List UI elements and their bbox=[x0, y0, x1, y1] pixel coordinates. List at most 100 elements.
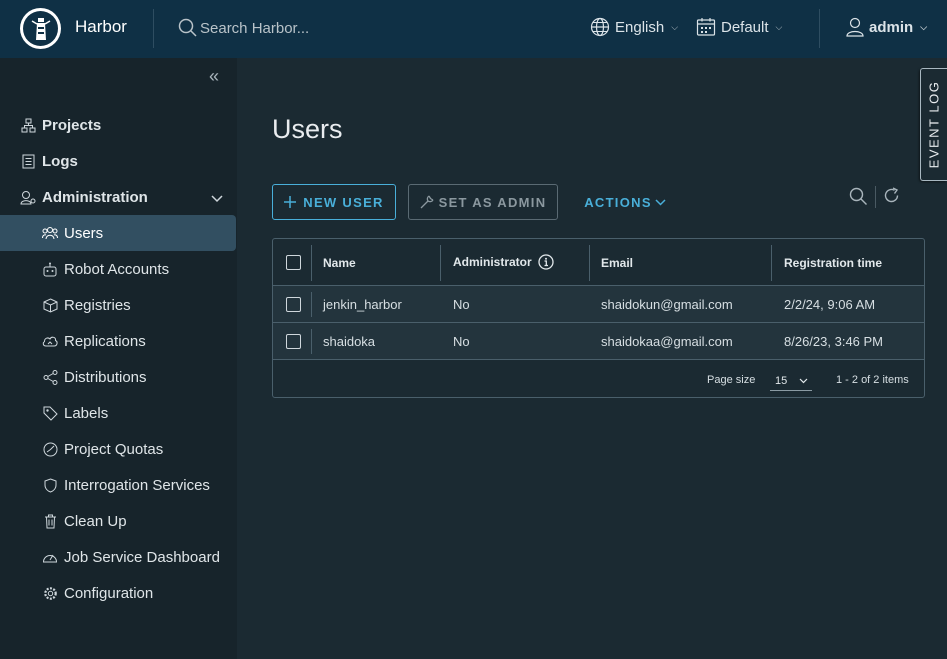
sidebar-item-project-quotas[interactable]: Project Quotas bbox=[0, 431, 237, 467]
sidebar-item-label: Users bbox=[64, 224, 104, 242]
dashboard-icon bbox=[42, 549, 58, 565]
sidebar-item-label: Administration bbox=[42, 188, 148, 206]
top-header: Harbor Search Harbor... English ⌵ Defaul… bbox=[0, 0, 947, 58]
column-header-name[interactable]: Name bbox=[323, 256, 356, 270]
wrench-icon bbox=[420, 195, 434, 209]
sidebar-item-label: Project Quotas bbox=[64, 440, 164, 458]
chevron-down-icon: ⌵ bbox=[920, 21, 928, 32]
administrator-cell: No bbox=[453, 297, 470, 312]
event-log-tab[interactable]: EVENT LOG bbox=[920, 68, 947, 181]
harbor-logo-icon[interactable] bbox=[20, 8, 61, 49]
table-row[interactable]: shaidoka No shaidokaa@gmail.com 8/26/23,… bbox=[273, 323, 924, 360]
select-all-checkbox[interactable] bbox=[286, 255, 301, 270]
new-user-button[interactable]: NEW USER bbox=[272, 184, 396, 220]
user-menu[interactable]: admin ⌵ bbox=[846, 17, 927, 37]
chevron-down-icon bbox=[211, 190, 223, 207]
pagination-info: 1 - 2 of 2 items bbox=[836, 374, 909, 386]
gear-icon bbox=[42, 585, 58, 601]
sidebar-item-label: Projects bbox=[42, 116, 102, 134]
email-cell: shaidokaa@gmail.com bbox=[601, 334, 733, 349]
table-footer: Page size 15 1 - 2 of 2 items bbox=[273, 361, 924, 398]
logs-icon bbox=[20, 153, 36, 169]
column-divider bbox=[589, 245, 590, 281]
sidebar-item-users[interactable]: Users bbox=[0, 215, 236, 251]
header-divider bbox=[819, 9, 820, 48]
column-header-email[interactable]: Email bbox=[601, 256, 633, 270]
table-header: Name Administrator Email Registration ti… bbox=[273, 239, 924, 286]
sidebar-item-label: Interrogation Services bbox=[64, 476, 210, 494]
administrator-cell: No bbox=[453, 334, 470, 349]
refresh-icon[interactable] bbox=[883, 187, 900, 204]
sidebar-item-administration[interactable]: Administration bbox=[0, 179, 237, 215]
chevron-down-icon: ⌵ bbox=[671, 21, 679, 32]
collapse-sidebar-icon[interactable]: « bbox=[209, 66, 219, 87]
sidebar-item-projects[interactable]: Projects bbox=[0, 107, 237, 143]
distributions-icon bbox=[42, 369, 58, 385]
sidebar-item-replications[interactable]: Replications bbox=[0, 323, 237, 359]
sidebar-item-label: Configuration bbox=[64, 584, 154, 602]
registration-time-cell: 2/2/24, 9:06 AM bbox=[784, 297, 876, 312]
column-divider bbox=[311, 329, 312, 354]
administration-icon bbox=[20, 189, 36, 205]
plus-icon bbox=[284, 196, 297, 208]
email-cell: shaidokun@gmail.com bbox=[601, 297, 733, 312]
sidebar-item-interrogation-services[interactable]: Interrogation Services bbox=[0, 467, 237, 503]
language-selector[interactable]: English ⌵ bbox=[590, 17, 678, 37]
search-input[interactable]: Search Harbor... bbox=[200, 20, 309, 37]
replications-icon bbox=[42, 333, 58, 349]
global-search[interactable]: Search Harbor... bbox=[178, 18, 309, 38]
sidebar-item-clean-up[interactable]: Clean Up bbox=[0, 503, 237, 539]
header-divider bbox=[153, 9, 154, 48]
set-as-admin-button[interactable]: SET AS ADMIN bbox=[408, 184, 558, 220]
toolbar-divider bbox=[875, 186, 876, 208]
search-icon[interactable] bbox=[849, 187, 868, 206]
brand-name[interactable]: Harbor bbox=[75, 17, 127, 37]
user-name-cell: jenkin_harbor bbox=[323, 297, 402, 312]
sidebar-item-label: Distributions bbox=[64, 368, 147, 386]
shield-icon bbox=[42, 477, 58, 493]
column-divider bbox=[440, 245, 441, 281]
projects-icon bbox=[20, 117, 36, 133]
new-user-label: NEW USER bbox=[303, 194, 384, 210]
labels-icon bbox=[42, 405, 58, 421]
column-divider bbox=[311, 292, 312, 317]
sidebar-item-job-service-dashboard[interactable]: Job Service Dashboard bbox=[0, 539, 237, 575]
robot-icon bbox=[42, 261, 58, 277]
sidebar-item-label: Replications bbox=[64, 332, 146, 350]
page-size-label: Page size bbox=[707, 374, 756, 386]
chevron-down-icon bbox=[655, 198, 666, 206]
sidebar-item-label: Job Service Dashboard bbox=[64, 548, 220, 566]
sidebar-item-robot-accounts[interactable]: Robot Accounts bbox=[0, 251, 237, 287]
user-name-cell: shaidoka bbox=[323, 334, 376, 349]
sidebar-item-labels[interactable]: Labels bbox=[0, 395, 237, 431]
sidebar-item-registries[interactable]: Registries bbox=[0, 287, 237, 323]
sidebar-item-distributions[interactable]: Distributions bbox=[0, 359, 237, 395]
sidebar-item-label: Robot Accounts bbox=[64, 260, 170, 278]
actions-dropdown[interactable]: ACTIONS bbox=[583, 184, 667, 220]
user-icon bbox=[846, 17, 864, 37]
actions-label: ACTIONS bbox=[584, 194, 652, 210]
search-icon bbox=[178, 18, 197, 37]
page-title: Users bbox=[272, 114, 343, 144]
users-table: Name Administrator Email Registration ti… bbox=[272, 238, 925, 398]
sidebar-item-logs[interactable]: Logs bbox=[0, 143, 237, 179]
page-size-value: 15 bbox=[775, 374, 788, 387]
page-size-select[interactable]: 15 bbox=[770, 371, 812, 391]
trash-icon bbox=[42, 513, 58, 529]
theme-label: Default bbox=[721, 18, 769, 36]
column-header-registration-time[interactable]: Registration time bbox=[784, 256, 882, 270]
sidebar-item-configuration[interactable]: Configuration bbox=[0, 575, 237, 611]
column-header-administrator[interactable]: Administrator bbox=[453, 254, 554, 270]
theme-selector[interactable]: Default ⌵ bbox=[696, 17, 782, 37]
users-icon bbox=[42, 225, 58, 241]
sidebar-item-label: Clean Up bbox=[64, 512, 127, 530]
row-checkbox[interactable] bbox=[286, 297, 301, 312]
table-row[interactable]: jenkin_harbor No shaidokun@gmail.com 2/2… bbox=[273, 286, 924, 323]
globe-icon bbox=[590, 17, 610, 37]
info-icon[interactable] bbox=[538, 254, 554, 270]
chevron-down-icon: ⌵ bbox=[775, 21, 783, 32]
language-label: English bbox=[615, 18, 665, 36]
set-as-admin-label: SET AS ADMIN bbox=[438, 194, 547, 210]
row-checkbox[interactable] bbox=[286, 334, 301, 349]
calendar-icon bbox=[696, 18, 716, 36]
